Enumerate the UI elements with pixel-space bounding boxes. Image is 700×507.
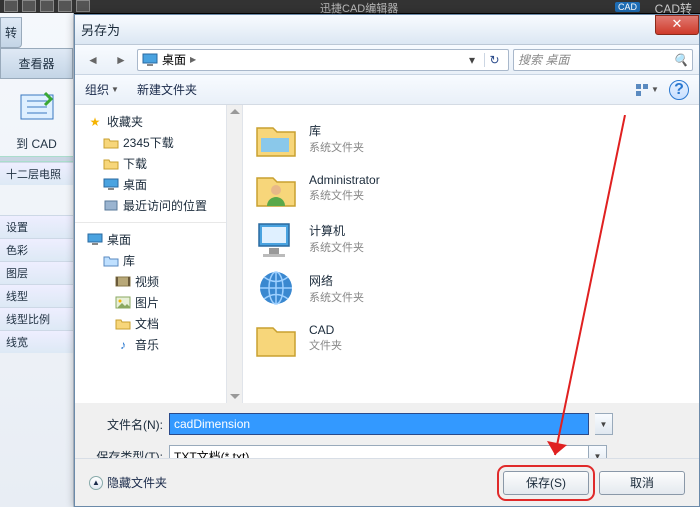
help-icon[interactable]: ? — [669, 80, 689, 100]
breadcrumb[interactable]: 桌面 ▶ ▾ ↻ — [137, 49, 509, 71]
folder-icon — [253, 316, 299, 360]
left-item[interactable]: 色彩 — [0, 238, 73, 261]
file-name: 网络 — [309, 272, 364, 289]
dialog-footer: ▲ 隐藏文件夹 保存(S) 取消 — [75, 458, 699, 506]
search-input[interactable]: 搜索 桌面 🔍 — [513, 49, 693, 71]
to-cad-label: 到 CAD — [0, 135, 73, 152]
doc-item[interactable]: 十二层电照 — [0, 162, 73, 185]
folder-icon — [103, 136, 119, 150]
refresh-button[interactable]: ↻ — [484, 53, 504, 67]
user-icon — [253, 166, 299, 210]
dialog-title: 另存为 — [81, 20, 120, 39]
nav-library[interactable]: 库 — [75, 250, 226, 271]
file-subtitle: 系统文件夹 — [309, 239, 364, 255]
dialog-nav: ◄ ► 桌面 ▶ ▾ ↻ 搜索 桌面 🔍 — [75, 45, 699, 75]
search-icon[interactable]: 🔍 — [673, 53, 688, 67]
content-pane[interactable]: 库系统文件夹Administrator系统文件夹计算机系统文件夹网络系统文件夹C… — [243, 105, 699, 403]
library-icon — [103, 254, 119, 268]
breadcrumb-dropdown[interactable]: ▾ — [464, 53, 480, 67]
music-icon: ♪ — [115, 338, 131, 352]
breadcrumb-label: 桌面 — [162, 51, 186, 68]
dialog-body: ★ 收藏夹 2345下载 下载 桌面 最近访问的位置 桌面 — [75, 105, 699, 403]
documents-icon — [115, 317, 131, 331]
pictures-icon — [115, 296, 131, 310]
nav-item[interactable]: ♪ 音乐 — [75, 334, 226, 355]
nav-item[interactable]: 视频 — [75, 271, 226, 292]
file-item[interactable]: 计算机系统文件夹 — [253, 213, 689, 263]
chevron-up-icon: ▲ — [89, 476, 103, 490]
file-item[interactable]: CAD文件夹 — [253, 313, 689, 363]
close-button[interactable]: ✕ — [655, 15, 699, 35]
viewer-tab[interactable]: 查看器 — [0, 48, 73, 79]
dialog-toolbar: 组织▼ 新建文件夹 ▼ ? — [75, 75, 699, 105]
nav-item[interactable]: 图片 — [75, 292, 226, 313]
file-subtitle: 系统文件夹 — [309, 139, 364, 155]
left-item[interactable]: 线型比例 — [0, 307, 73, 330]
file-name: CAD — [309, 323, 342, 337]
cancel-button[interactable]: 取消 — [599, 471, 685, 495]
file-subtitle: 系统文件夹 — [309, 187, 380, 203]
new-folder-button[interactable]: 新建文件夹 — [137, 81, 197, 98]
file-name: 库 — [309, 122, 364, 139]
file-item[interactable]: Administrator系统文件夹 — [253, 163, 689, 213]
settings-item[interactable]: 设置 — [0, 215, 73, 238]
to-cad-icon[interactable] — [7, 83, 67, 131]
file-item[interactable]: 网络系统文件夹 — [253, 263, 689, 313]
star-icon: ★ — [87, 115, 103, 129]
app-toolbar — [0, 0, 100, 13]
library-icon — [253, 116, 299, 160]
file-subtitle: 文件夹 — [309, 337, 342, 353]
nav-favorites[interactable]: ★ 收藏夹 — [75, 111, 226, 132]
nav-pane: ★ 收藏夹 2345下载 下载 桌面 最近访问的位置 桌面 — [75, 105, 227, 403]
app-left-panel: 转 查看器 到 CAD 十二层电照 设置 色彩 图层 线型 线型比例 线宽 — [0, 13, 74, 507]
desktop-icon — [142, 53, 158, 67]
file-name: 计算机 — [309, 222, 364, 239]
breadcrumb-sep[interactable]: ▶ — [190, 55, 196, 64]
left-item[interactable]: 线宽 — [0, 330, 73, 353]
nav-item[interactable]: 最近访问的位置 — [75, 195, 226, 216]
file-subtitle: 系统文件夹 — [309, 289, 364, 305]
back-button[interactable]: ◄ — [81, 49, 105, 71]
file-item[interactable]: 库系统文件夹 — [253, 113, 689, 163]
hide-folders-toggle[interactable]: ▲ 隐藏文件夹 — [89, 474, 167, 491]
view-mode-button[interactable]: ▼ — [633, 80, 661, 100]
left-item[interactable]: 图层 — [0, 261, 73, 284]
app-cad-badge-icon: CAD — [615, 2, 640, 12]
search-placeholder: 搜索 桌面 — [518, 51, 569, 68]
folder-icon — [103, 157, 119, 171]
forward-button: ► — [109, 49, 133, 71]
filename-label: 文件名(N): — [93, 416, 163, 433]
nav-item[interactable]: 文档 — [75, 313, 226, 334]
nav-desktop[interactable]: 桌面 — [75, 229, 226, 250]
nav-scrollbar[interactable] — [227, 105, 243, 403]
save-as-dialog: 另存为 ✕ ◄ ► 桌面 ▶ ▾ ↻ 搜索 桌面 🔍 组织▼ 新建文件夹 ▼ — [74, 14, 700, 507]
save-button[interactable]: 保存(S) — [503, 471, 589, 495]
desktop-icon — [103, 178, 119, 192]
nav-item[interactable]: 桌面 — [75, 174, 226, 195]
recent-icon — [103, 199, 119, 213]
transfer-tab[interactable]: 转 — [0, 17, 22, 48]
dialog-titlebar[interactable]: 另存为 ✕ — [75, 15, 699, 45]
video-icon — [115, 275, 131, 289]
file-name: Administrator — [309, 173, 380, 187]
computer-icon — [253, 216, 299, 260]
nav-item[interactable]: 下载 — [75, 153, 226, 174]
network-icon — [253, 266, 299, 310]
organize-menu[interactable]: 组织▼ — [85, 81, 119, 98]
filename-dropdown[interactable]: ▼ — [595, 413, 613, 435]
desktop-icon — [87, 233, 103, 247]
filename-input[interactable] — [169, 413, 589, 435]
nav-item[interactable]: 2345下载 — [75, 132, 226, 153]
left-item[interactable]: 线型 — [0, 284, 73, 307]
